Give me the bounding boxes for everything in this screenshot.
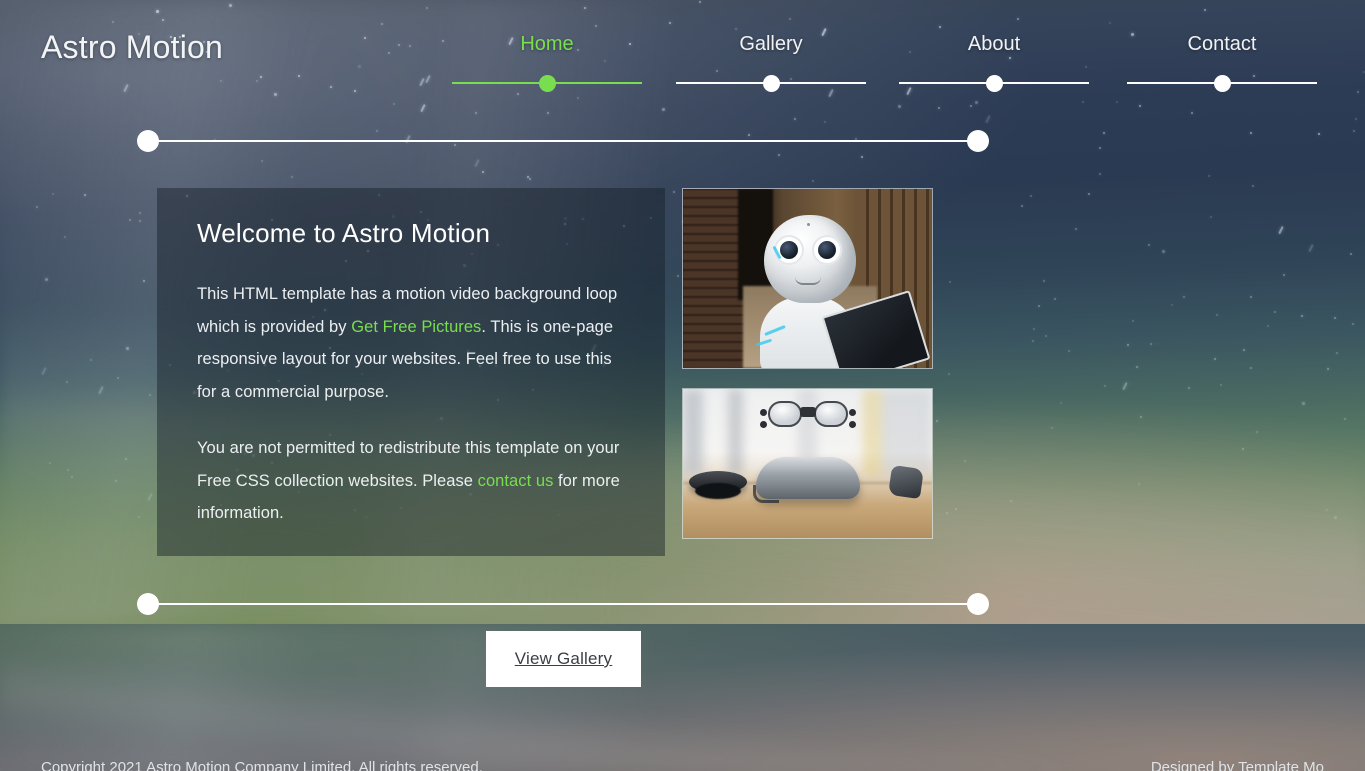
goggles-frame: [755, 457, 860, 499]
goggles-bridge: [799, 407, 816, 417]
nav-label-contact: Contact: [1187, 33, 1257, 55]
nav-dot-home: [538, 74, 556, 92]
copyright-text: Copyright 2021 Astro Motion Company Limi…: [41, 759, 483, 771]
brand-logo[interactable]: Astro Motion: [41, 29, 223, 66]
hero-image-robot[interactable]: [682, 188, 933, 369]
nav-item-contact[interactable]: Contact: [1127, 31, 1317, 92]
nav-dot-contact: [1213, 74, 1231, 92]
divider-bottom-rule: [148, 603, 978, 605]
robot-forehead-sensor: [806, 223, 810, 226]
divider-bottom: [137, 593, 989, 615]
credit-prefix: Designed by: [1150, 759, 1239, 771]
view-gallery-button[interactable]: View Gallery: [486, 631, 641, 687]
goggles-puck-base: [695, 483, 741, 499]
nav-dot-about: [985, 74, 1003, 92]
lower-video-background: [0, 624, 1365, 771]
nav-label-about: About: [967, 33, 1021, 55]
divider-top-knob-right: [967, 130, 989, 152]
contact-us-link[interactable]: contact us: [478, 472, 554, 490]
get-free-pictures-link[interactable]: Get Free Pictures: [351, 318, 481, 336]
site-header: Astro Motion Home Gallery About Contact: [0, 0, 1365, 100]
nav-dot-gallery: [762, 74, 780, 92]
goggles-accessory: [888, 464, 924, 500]
welcome-panel: Welcome to Astro Motion This HTML templa…: [157, 188, 665, 556]
robot-photo: [683, 189, 932, 368]
divider-bottom-knob-right: [967, 593, 989, 615]
main-navigation: Home Gallery About Contact: [452, 31, 1327, 92]
welcome-paragraph-2: You are not permitted to redistribute th…: [197, 432, 627, 530]
nav-item-home[interactable]: Home: [452, 31, 642, 92]
goggles-camera-4: [848, 421, 856, 428]
nav-item-gallery[interactable]: Gallery: [676, 31, 866, 92]
nav-label-home: Home: [520, 33, 574, 55]
lower-cloud-streaks: [0, 624, 1365, 771]
goggles-lens-right: [813, 401, 848, 427]
goggles-lens-left: [767, 401, 802, 427]
robot-eye-right: [811, 235, 842, 265]
divider-top: [137, 130, 989, 152]
goggles-photo: [683, 389, 932, 538]
page-root: Astro Motion Home Gallery About Contact: [0, 0, 1365, 771]
designer-credit: Designed by Template Mo: [1151, 755, 1324, 771]
hero-image-goggles[interactable]: [682, 388, 933, 539]
goggles-camera-3: [848, 409, 856, 416]
nav-label-gallery: Gallery: [739, 33, 803, 55]
robot-eye-left: [773, 235, 804, 265]
nav-item-about[interactable]: About: [899, 31, 1089, 92]
goggles-camera-2: [759, 421, 767, 428]
welcome-paragraph-1: This HTML template has a motion video ba…: [197, 278, 627, 408]
page-title: Welcome to Astro Motion: [197, 218, 491, 248]
divider-top-rule: [148, 140, 978, 142]
goggles-camera-1: [759, 409, 767, 416]
site-footer: Copyright 2021 Astro Motion Company Limi…: [0, 755, 1365, 771]
robot-mouth: [794, 277, 821, 285]
template-mo-link[interactable]: Template Mo: [1238, 759, 1324, 771]
